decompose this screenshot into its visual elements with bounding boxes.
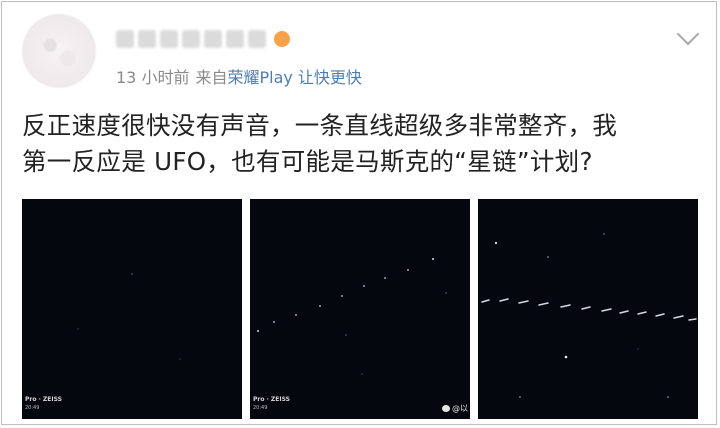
post-source-link[interactable]: 荣耀Play 让快更快 <box>227 68 361 87</box>
camera-label: Pro · ZEISS <box>25 396 62 403</box>
blurred-name-char <box>226 30 244 48</box>
post-body: 反正速度很快没有声音，一条直线超级多非常整齐，我 第一反应是 UFO，也有可能是… <box>22 108 702 180</box>
photo-time: 20:49 <box>253 405 268 411</box>
user-badge-icon <box>274 31 290 47</box>
username[interactable] <box>116 26 290 52</box>
photo-time: 20:49 <box>25 405 40 411</box>
night-sky-image <box>257 258 447 375</box>
post-meta: 13 小时前 来自荣耀Play 让快更快 <box>116 64 362 88</box>
blurred-name-char <box>116 30 134 48</box>
post-text-line: 反正速度很快没有声音，一条直线超级多非常整齐，我 <box>22 111 618 140</box>
weibo-watermark: @以 <box>442 403 468 414</box>
blurred-name-char <box>204 30 222 48</box>
post-image-2[interactable]: Pro · ZEISS 20:49 @以 <box>250 199 470 419</box>
camera-label: Pro · ZEISS <box>253 396 290 403</box>
blurred-name-char <box>182 30 200 48</box>
post-time: 13 小时前 <box>116 68 190 87</box>
blurred-name-char <box>160 30 178 48</box>
blurred-name-char <box>248 30 266 48</box>
post-text-line: 第一反应是 UFO，也有可能是马斯克的“星链”计划? <box>22 147 593 176</box>
blurred-name-char <box>138 30 156 48</box>
night-sky-image <box>77 273 181 360</box>
night-sky-image <box>481 233 697 398</box>
avatar[interactable] <box>22 14 96 88</box>
watermark-text: @以 <box>452 404 468 413</box>
post-image-1[interactable]: Pro · ZEISS 20:49 <box>22 199 242 419</box>
weibo-logo-icon <box>442 405 450 412</box>
post-image-3[interactable] <box>478 199 698 419</box>
source-prefix: 来自 <box>195 68 228 87</box>
